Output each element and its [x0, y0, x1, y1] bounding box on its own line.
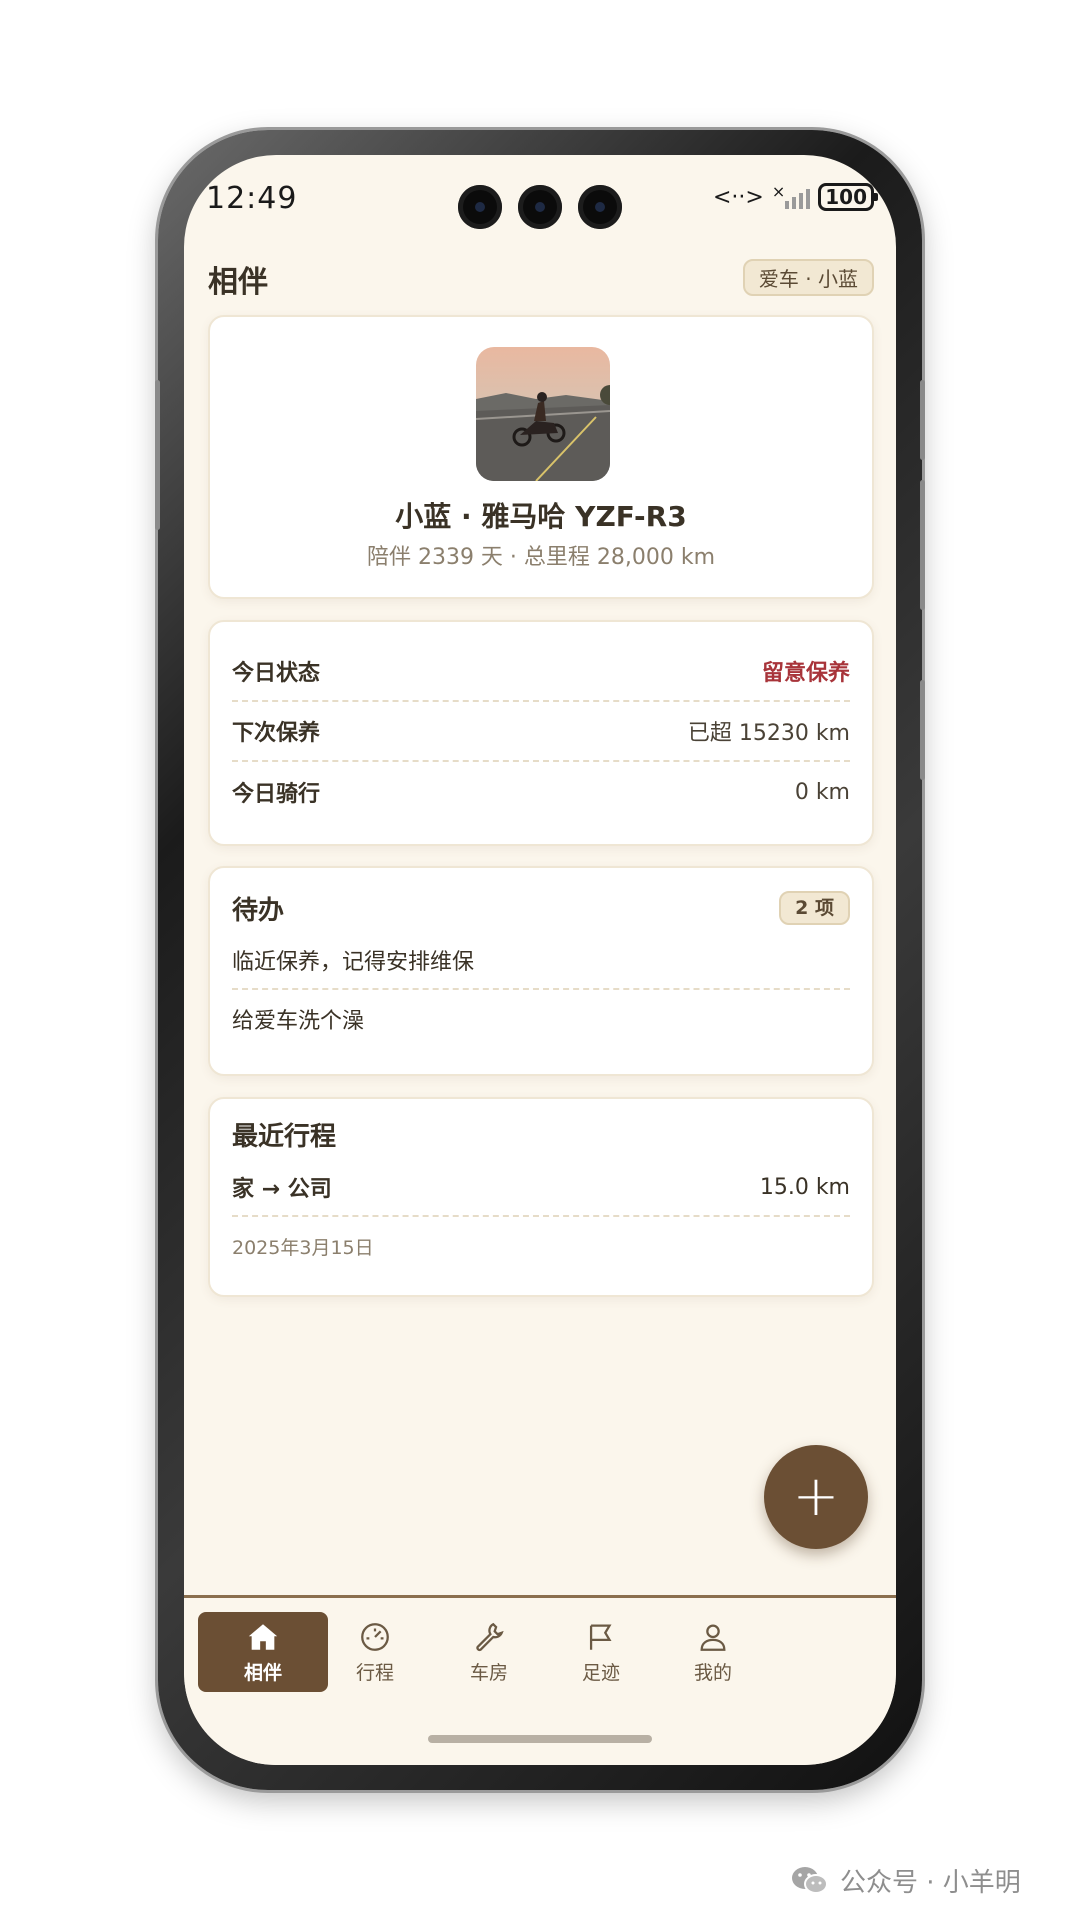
camera-lens: [518, 185, 562, 229]
car-selector-chip[interactable]: 爱车 · 小蓝: [742, 259, 874, 296]
nav-item-profile[interactable]: 我的: [648, 1612, 778, 1692]
plus-icon: +: [792, 1464, 840, 1529]
home-indicator[interactable]: [428, 1735, 652, 1743]
home-icon: [248, 1623, 278, 1650]
nav-label: 我的: [693, 1661, 732, 1684]
nav-item-trips[interactable]: 行程: [310, 1612, 440, 1692]
bike-name: 小蓝 · 雅马哈 YZF-R3: [395, 500, 687, 533]
flag-icon: [589, 1624, 612, 1650]
watermark-text: 公众号 · 小羊明: [840, 1868, 1021, 1898]
bike-profile-card[interactable]: 小蓝 · 雅马哈 YZF-R3 陪伴 2339 天 · 总里程 28,000 k…: [208, 315, 874, 599]
power-button: [920, 680, 925, 780]
todo-title: 待办: [232, 895, 285, 926]
app-screen: 12:49 <··> × 100 相伴 爱车 · 小蓝 小蓝 · 雅马哈 YZF…: [184, 155, 896, 1765]
maintenance-row: 下次保养 已超 15230 km: [232, 702, 850, 762]
todo-item[interactable]: 给爱车洗个澡: [232, 990, 850, 1048]
volume-button: [920, 380, 925, 460]
wechat-icon: [792, 1866, 828, 1894]
trip-route: 家 → 公司: [232, 1177, 332, 1202]
nav-label: 相伴: [243, 1661, 282, 1684]
network-icon: <··>: [712, 184, 764, 210]
status-time: 12:49: [206, 181, 298, 216]
status-label: 今日状态: [232, 661, 321, 686]
status-icons: <··> × 100: [712, 183, 878, 211]
ride-value: 0 km: [794, 779, 850, 805]
status-row: 今日状态 留意保养: [232, 642, 850, 702]
nav-item-garage[interactable]: 车房: [424, 1612, 554, 1692]
bike-photo: [476, 347, 610, 481]
todo-card: 待办 2 项 临近保养，记得安排维保 给爱车洗个澡: [208, 866, 874, 1076]
camera-lens: [578, 185, 622, 229]
todo-item[interactable]: 临近保养，记得安排维保: [232, 932, 850, 990]
status-card: 今日状态 留意保养 下次保养 已超 15230 km 今日骑行 0 km: [208, 620, 874, 846]
battery-icon: 100: [818, 183, 878, 211]
ride-label: 今日骑行: [232, 782, 321, 807]
side-button: [155, 380, 160, 530]
camera-lens: [458, 185, 502, 229]
trip-distance: 15.0 km: [759, 1174, 850, 1200]
bike-stats: 陪伴 2339 天 · 总里程 28,000 km: [366, 545, 716, 570]
maintenance-label: 下次保养: [232, 721, 321, 746]
volume-button: [920, 480, 925, 610]
speedometer-icon: [361, 1622, 389, 1651]
ride-row: 今日骑行 0 km: [232, 762, 850, 822]
trip-row: 家 → 公司 15.0 km: [232, 1159, 850, 1217]
user-icon: [700, 1624, 726, 1651]
maintenance-value: 已超 15230 km: [687, 721, 850, 746]
nav-label: 车房: [469, 1661, 508, 1684]
add-button[interactable]: +: [764, 1445, 868, 1549]
watermark: 公众号 · 小羊明: [790, 1862, 1021, 1899]
nav-item-footprints[interactable]: 足迹: [536, 1612, 666, 1692]
page-title: 相伴: [208, 265, 268, 300]
status-value: 留意保养: [761, 661, 850, 686]
signal-icon: ×: [772, 184, 811, 209]
nav-item-home[interactable]: 相伴: [198, 1612, 328, 1692]
todo-count-badge: 2 项: [779, 891, 850, 925]
nav-label: 足迹: [581, 1661, 620, 1684]
nav-label: 行程: [355, 1661, 394, 1684]
wrench-icon: [476, 1622, 504, 1651]
recent-trip-card[interactable]: 最近行程 家 → 公司 15.0 km 2025年3月15日: [208, 1097, 874, 1297]
trip-date: 2025年3月15日: [232, 1237, 374, 1259]
trip-title: 最近行程: [232, 1122, 337, 1152]
